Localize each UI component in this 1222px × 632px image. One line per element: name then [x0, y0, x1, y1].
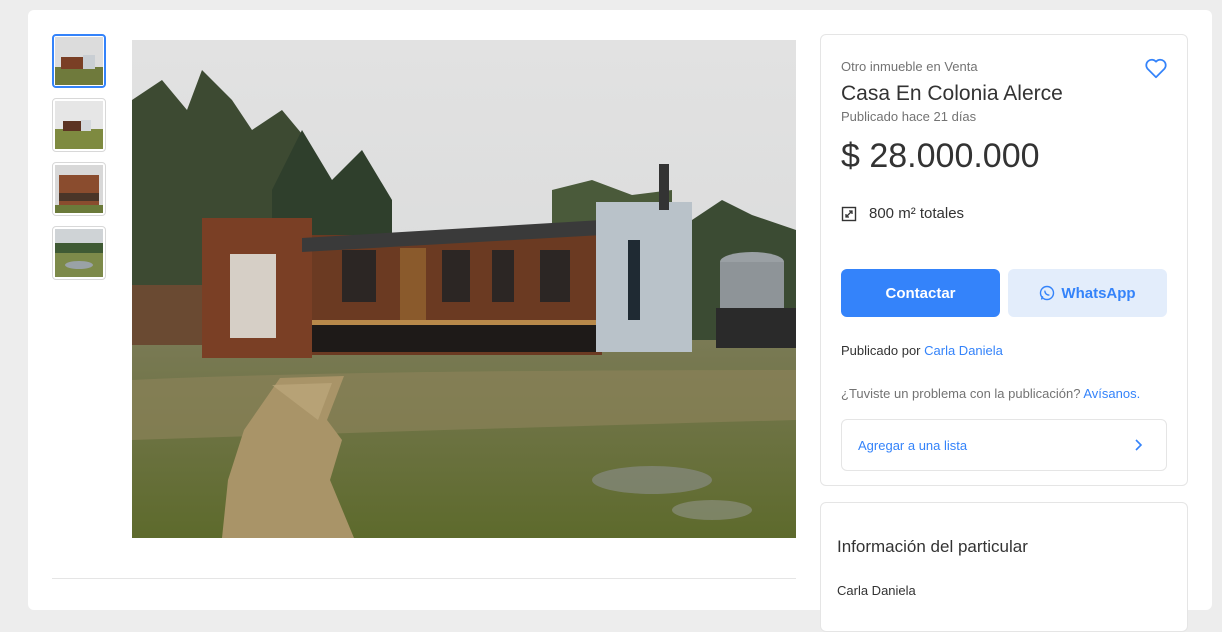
- thumbnail-strip: [52, 34, 106, 290]
- thumbnail-3[interactable]: [52, 162, 106, 216]
- thumbnail-4[interactable]: [52, 226, 106, 280]
- add-to-list-button[interactable]: Agregar a una lista: [841, 419, 1167, 471]
- report-link[interactable]: Avísanos.: [1083, 386, 1140, 401]
- thumbnail-1[interactable]: [52, 34, 106, 88]
- area-value: 800 m² totales: [869, 205, 965, 222]
- area-attribute: 800 m² totales: [841, 205, 964, 222]
- add-to-list-label: Agregar a una lista: [858, 438, 968, 453]
- particular-name: Carla Daniela: [837, 583, 916, 598]
- listing-summary-panel: Otro inmueble en Venta Casa En Colonia A…: [820, 34, 1188, 486]
- published-by-label: Publicado por: [841, 343, 921, 358]
- listing-category: Otro inmueble en Venta: [841, 59, 978, 74]
- chevron-right-icon: [1132, 437, 1146, 453]
- thumbnail-2[interactable]: [52, 98, 106, 152]
- particular-heading: Información del particular: [837, 537, 1028, 556]
- seller-name-link[interactable]: Carla Daniela: [924, 343, 1003, 358]
- particular-info-panel: Información del particular Carla Daniela: [820, 502, 1188, 632]
- contact-button[interactable]: Contactar: [841, 269, 1000, 317]
- listing-card: Otro inmueble en Venta Casa En Colonia A…: [28, 10, 1212, 632]
- whatsapp-icon: [1039, 285, 1055, 301]
- published-by: Publicado por Carla Daniela: [841, 343, 1003, 358]
- listing-title: Casa En Colonia Alerce: [841, 82, 1063, 105]
- listing-price: $ 28.000.000: [841, 137, 1040, 175]
- published-time: Publicado hace 21 días: [841, 109, 977, 124]
- whatsapp-label: WhatsApp: [1061, 284, 1136, 302]
- heart-icon[interactable]: [1143, 55, 1169, 81]
- whatsapp-button[interactable]: WhatsApp: [1008, 269, 1167, 317]
- report-problem: ¿Tuviste un problema con la publicación?…: [841, 386, 1140, 401]
- content-divider: [52, 578, 796, 579]
- main-photo[interactable]: [132, 40, 796, 538]
- area-icon: [841, 206, 857, 222]
- report-question: ¿Tuviste un problema con la publicación?: [841, 386, 1081, 401]
